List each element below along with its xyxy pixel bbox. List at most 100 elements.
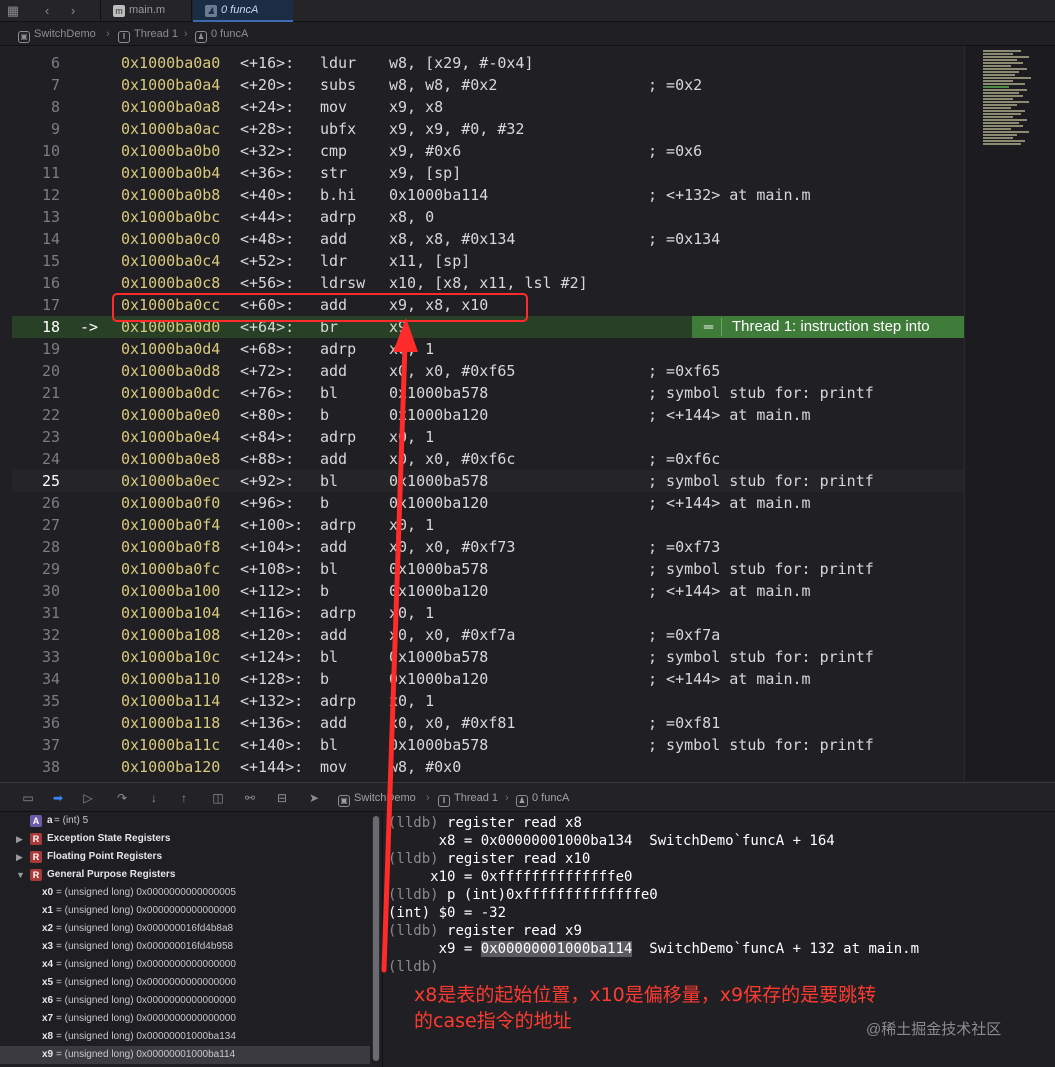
register-row[interactable]: x7 = (unsigned long) 0x0000000000000000 xyxy=(0,1010,370,1028)
register-row[interactable]: x9 = (unsigned long) 0x00000001000ba114 xyxy=(0,1046,370,1064)
code-line[interactable]: 9 0x1000ba0ac <+28>: ubfx x9, x9, #0, #32 xyxy=(12,118,964,140)
code-line[interactable]: 8 0x1000ba0a8 <+24>: mov x9, x8 xyxy=(12,96,964,118)
minimap-line xyxy=(983,86,1009,88)
register-group-row[interactable]: ▶ R Floating Point Registers xyxy=(0,848,370,866)
code-line[interactable]: 25 0x1000ba0ec <+92>: bl 0x1000ba578 ; symbol… xyxy=(12,470,964,492)
code-line[interactable]: 34 0x1000ba110 <+128>: b 0x1000ba120 ; <+144>… xyxy=(12,668,964,690)
back-icon[interactable]: ‹ xyxy=(38,2,56,20)
instruction-address: 0x1000ba0fc xyxy=(121,560,221,578)
register-row[interactable]: x8 = (unsigned long) 0x00000001000ba134 xyxy=(0,1028,370,1046)
register-group-row[interactable]: ▼ R General Purpose Registers xyxy=(0,866,370,884)
line-number: 35 xyxy=(41,692,60,710)
minimap-line xyxy=(983,107,1011,109)
code-line[interactable]: 28 0x1000ba0f8 <+104>: add x0, x0, #0xf73 ; =… xyxy=(12,536,964,558)
app-icon: ▣ xyxy=(338,795,350,807)
code-line[interactable]: 12 0x1000ba0b8 <+40>: b.hi 0x1000ba114 ; <+13… xyxy=(12,184,964,206)
debug-jump-app[interactable]: ▣ SwitchDemo xyxy=(338,783,416,813)
instruction-mnemonic: ldrsw xyxy=(320,274,366,292)
forward-icon[interactable]: › xyxy=(64,2,82,20)
debug-jump-frame[interactable]: ♟ 0 funcA xyxy=(516,783,569,813)
variable-row[interactable]: Aa = (int) 5 xyxy=(0,812,370,830)
register-row[interactable]: x1 = (unsigned long) 0x0000000000000000 xyxy=(0,902,370,920)
code-line[interactable]: 36 0x1000ba118 <+136>: add x0, x0, #0xf81 ; =… xyxy=(12,712,964,734)
code-line[interactable]: 7 0x1000ba0a4 <+20>: subs w8, w8, #0x2 ; =0x2 xyxy=(12,74,964,96)
instruction-offset: <+96>: xyxy=(240,494,295,512)
instruction-offset: <+136>: xyxy=(240,714,304,732)
instruction-address: 0x1000ba114 xyxy=(121,692,221,710)
code-line[interactable]: 13 0x1000ba0bc <+44>: adrp x8, 0 xyxy=(12,206,964,228)
instruction-offset: <+140>: xyxy=(240,736,304,754)
disclosure-right-icon[interactable]: ▶ xyxy=(16,830,23,848)
code-line[interactable]: 6 0x1000ba0a0 <+16>: ldur w8, [x29, #-0x4] xyxy=(12,52,964,74)
register-group-row[interactable]: ▶ R Exception State Registers xyxy=(0,830,370,848)
register-row[interactable]: x4 = (unsigned long) 0x0000000000000000 xyxy=(0,956,370,974)
code-line[interactable]: 24 0x1000ba0e8 <+88>: add x0, x0, #0xf6c ; =0… xyxy=(12,448,964,470)
console-line: x9 = 0x00000001000ba114 SwitchDemo`funcA… xyxy=(388,940,919,958)
instruction-operands: x0, 1 xyxy=(389,516,435,534)
code-line[interactable]: 38 0x1000ba120 <+144>: mov w8, #0x0 xyxy=(12,756,964,778)
thread-icon: ‖ xyxy=(438,795,450,807)
code-line[interactable]: 14 0x1000ba0c0 <+48>: add x8, x8, #0x134 ; =0… xyxy=(12,228,964,250)
code-line[interactable]: 20 0x1000ba0d8 <+72>: add x0, x0, #0xf65 ; =0… xyxy=(12,360,964,382)
code-line[interactable]: 31 0x1000ba104 <+116>: adrp x0, 1 xyxy=(12,602,964,624)
code-line[interactable]: 11 0x1000ba0b4 <+36>: str x9, [sp] xyxy=(12,162,964,184)
register-row[interactable]: x0 = (unsigned long) 0x0000000000000005 xyxy=(0,884,370,902)
lldb-prompt: (lldb) xyxy=(388,959,439,975)
register-row[interactable]: x5 = (unsigned long) 0x0000000000000000 xyxy=(0,974,370,992)
code-line[interactable]: 19 0x1000ba0d4 <+68>: adrp x0, 1 xyxy=(12,338,964,360)
tab-funcA[interactable]: ♟ 0 funcA xyxy=(193,0,293,22)
code-line[interactable]: 10 0x1000ba0b0 <+32>: cmp x9, #0x6 ; =0x6 xyxy=(12,140,964,162)
code-line[interactable]: 37 0x1000ba11c <+140>: bl 0x1000ba578 ; symbo… xyxy=(12,734,964,756)
step-over-icon[interactable]: ↷ xyxy=(114,790,130,806)
code-line[interactable]: 26 0x1000ba0f0 <+96>: b 0x1000ba120 ; <+144> … xyxy=(12,492,964,514)
location-icon[interactable]: ➤ xyxy=(306,790,322,806)
thread-status-label: Thread 1: instruction step into xyxy=(732,318,930,335)
variables-scrollbar-thumb[interactable] xyxy=(373,816,379,1061)
grid-icon[interactable]: ▦ xyxy=(4,2,22,20)
code-line[interactable]: 22 0x1000ba0e0 <+80>: b 0x1000ba120 ; <+144> … xyxy=(12,404,964,426)
disclosure-right-icon[interactable]: ▶ xyxy=(16,848,23,866)
minimap-line xyxy=(983,128,1011,130)
instruction-operands: x9, #0x6 xyxy=(389,142,462,160)
tab-main-m[interactable]: m main.m xyxy=(100,0,192,22)
code-line[interactable]: 23 0x1000ba0e4 <+84>: adrp x0, 1 xyxy=(12,426,964,448)
instruction-mnemonic: b xyxy=(320,670,330,688)
jump-item-thread[interactable]: ‖ Thread 1 xyxy=(118,22,178,46)
code-line[interactable]: 30 0x1000ba100 <+112>: b 0x1000ba120 ; <+144>… xyxy=(12,580,964,602)
step-out-icon[interactable]: ↑ xyxy=(176,790,192,806)
code-line[interactable]: 16 0x1000ba0c8 <+56>: ldrsw x10, [x8, x11, l… xyxy=(12,272,964,294)
disassembly-view[interactable]: 6 0x1000ba0a0 <+16>: ldur w8, [x29, #-0x4] 7 0… xyxy=(12,52,964,779)
register-name: x1 xyxy=(42,905,54,916)
thread-status-badge[interactable]: ═ Thread 1: instruction step into xyxy=(692,316,964,338)
code-line[interactable]: 35 0x1000ba114 <+132>: adrp x0, 1 xyxy=(12,690,964,712)
environment-icon[interactable]: ⊟ xyxy=(274,790,290,806)
instruction-offset: <+144>: xyxy=(240,758,304,776)
step-into-icon[interactable]: ↓ xyxy=(146,790,162,806)
line-number: 30 xyxy=(41,582,60,600)
instruction-operands: x0, 1 xyxy=(389,692,435,710)
register-row[interactable]: x6 = (unsigned long) 0x0000000000000000 xyxy=(0,992,370,1010)
line-number: 21 xyxy=(41,384,60,402)
code-line[interactable]: 33 0x1000ba10c <+124>: bl 0x1000ba578 ; symbo… xyxy=(12,646,964,668)
register-row[interactable]: x3 = (unsigned long) 0x000000016fd4b958 xyxy=(0,938,370,956)
debug-jump-thread[interactable]: ‖ Thread 1 xyxy=(438,783,498,813)
code-line[interactable]: 32 0x1000ba108 <+120>: add x0, x0, #0xf7a ; =… xyxy=(12,624,964,646)
minimap[interactable] xyxy=(964,46,1055,781)
register-row[interactable]: x2 = (unsigned long) 0x000000016fd4b8a8 xyxy=(0,920,370,938)
jump-item-app[interactable]: ▣ SwitchDemo xyxy=(18,22,96,46)
breakpoints-toggle-icon[interactable]: ➡ xyxy=(50,790,66,806)
view-hierarchy-icon[interactable]: ◫ xyxy=(210,790,226,806)
continue-icon[interactable]: ▷ xyxy=(80,790,96,806)
memory-graph-icon[interactable]: ⚯ xyxy=(242,790,258,806)
variables-view[interactable]: Aa = (int) 5 ▶ R Exception State Registers ▶… xyxy=(0,812,383,1067)
code-line[interactable]: 27 0x1000ba0f4 <+100>: adrp x0, 1 xyxy=(12,514,964,536)
jump-item-frame[interactable]: ♟ 0 funcA xyxy=(195,22,248,46)
register-value: = (unsigned long) 0x000000016fd4b958 xyxy=(56,941,234,952)
code-line[interactable]: 21 0x1000ba0dc <+76>: bl 0x1000ba578 ; symbol… xyxy=(12,382,964,404)
instruction-mnemonic: add xyxy=(320,714,348,732)
disclosure-down-icon[interactable]: ▼ xyxy=(16,866,25,884)
code-line[interactable]: 15 0x1000ba0c4 <+52>: ldr x11, [sp] xyxy=(12,250,964,272)
instruction-mnemonic: mov xyxy=(320,98,348,116)
code-line[interactable]: 29 0x1000ba0fc <+108>: bl 0x1000ba578 ; symbo… xyxy=(12,558,964,580)
hide-debug-area-icon[interactable]: ▭ xyxy=(20,790,36,806)
